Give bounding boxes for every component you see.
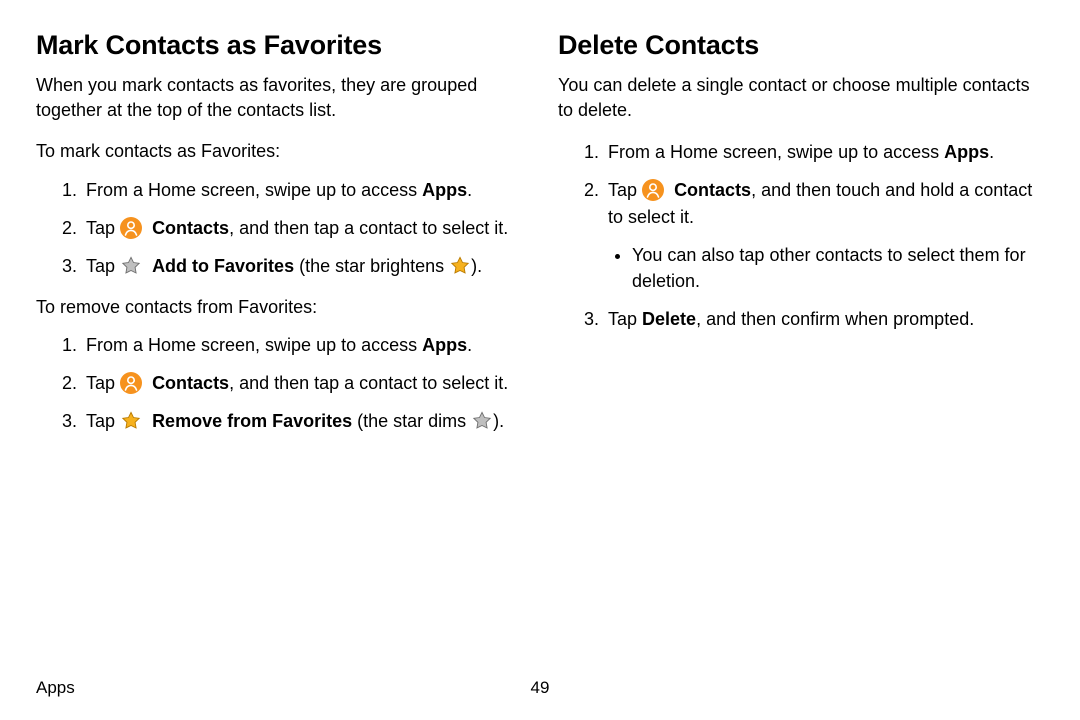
- substep: You can also tap other contacts to selec…: [632, 242, 1044, 294]
- step-text-post: , and then tap a contact to select it.: [229, 373, 508, 393]
- intro-text: When you mark contacts as favorites, the…: [36, 73, 522, 123]
- step-text: Tap: [86, 218, 120, 238]
- footer-page-number: 49: [531, 678, 550, 698]
- apps-bold: Apps: [944, 142, 989, 162]
- contacts-label: Contacts: [152, 373, 229, 393]
- add-favorites-label: Add to Favorites: [152, 256, 294, 276]
- footer-section: Apps: [36, 678, 75, 698]
- page: Mark Contacts as Favorites When you mark…: [0, 0, 1080, 720]
- step-text: From a Home screen, swipe up to access: [86, 335, 422, 355]
- step-3: Tap Delete, and then confirm when prompt…: [604, 306, 1044, 332]
- star-outline-icon: [471, 410, 493, 432]
- step-text-mid: (the star dims: [352, 411, 471, 431]
- steps-mark-favorites: From a Home screen, swipe up to access A…: [36, 177, 522, 279]
- contacts-label: Contacts: [152, 218, 229, 238]
- heading-delete-contacts: Delete Contacts: [558, 30, 1044, 61]
- left-column: Mark Contacts as Favorites When you mark…: [36, 30, 522, 450]
- star-filled-icon: [449, 255, 471, 277]
- contacts-icon: [120, 372, 142, 394]
- apps-bold: Apps: [422, 335, 467, 355]
- step-1: From a Home screen, swipe up to access A…: [82, 177, 522, 203]
- steps-delete-contacts: From a Home screen, swipe up to access A…: [558, 139, 1044, 332]
- step-3: Tap Add to Favorites (the star brightens…: [82, 253, 522, 279]
- substeps: You can also tap other contacts to selec…: [612, 242, 1044, 294]
- apps-bold: Apps: [422, 180, 467, 200]
- step-text: Tap: [608, 309, 642, 329]
- step-1: From a Home screen, swipe up to access A…: [82, 332, 522, 358]
- contacts-icon: [120, 217, 142, 239]
- step-text-end: .: [467, 180, 472, 200]
- contacts-bold: Contacts: [669, 180, 751, 200]
- step-1: From a Home screen, swipe up to access A…: [604, 139, 1044, 165]
- step-2: Tap Contacts, and then touch and hold a …: [604, 177, 1044, 293]
- right-column: Delete Contacts You can delete a single …: [558, 30, 1044, 450]
- step-text: Tap: [86, 373, 120, 393]
- step-text-post: , and then tap a contact to select it.: [229, 218, 508, 238]
- step-text: Tap: [608, 180, 642, 200]
- step-text-end: .: [989, 142, 994, 162]
- step-text: From a Home screen, swipe up to access: [86, 180, 422, 200]
- steps-remove-favorites: From a Home screen, swipe up to access A…: [36, 332, 522, 434]
- delete-bold: Delete: [642, 309, 696, 329]
- step-text-end: .: [467, 335, 472, 355]
- two-column-layout: Mark Contacts as Favorites When you mark…: [36, 30, 1044, 450]
- add-favorites-bold: Add to Favorites: [147, 256, 294, 276]
- contacts-label: Contacts: [674, 180, 751, 200]
- remove-favorites-bold: Remove from Favorites: [147, 411, 352, 431]
- lead-remove: To remove contacts from Favorites:: [36, 295, 522, 320]
- star-outline-icon: [120, 255, 142, 277]
- step-2: Tap Contacts, and then tap a contact to …: [82, 215, 522, 241]
- step-text: From a Home screen, swipe up to access: [608, 142, 944, 162]
- step-3: Tap Remove from Favorites (the star dims…: [82, 408, 522, 434]
- contacts-bold: Contacts: [147, 373, 229, 393]
- step-text-post: , and then confirm when prompted.: [696, 309, 974, 329]
- star-filled-icon: [120, 410, 142, 432]
- contacts-icon: [642, 179, 664, 201]
- step-text-end: ).: [471, 256, 482, 276]
- page-footer: Apps 49: [36, 678, 1044, 698]
- step-text: Tap: [86, 411, 120, 431]
- step-text: Tap: [86, 256, 120, 276]
- intro-text: You can delete a single contact or choos…: [558, 73, 1044, 123]
- step-text-mid: (the star brightens: [294, 256, 449, 276]
- step-text-end: ).: [493, 411, 504, 431]
- heading-mark-favorites: Mark Contacts as Favorites: [36, 30, 522, 61]
- contacts-bold: Contacts: [147, 218, 229, 238]
- step-2: Tap Contacts, and then tap a contact to …: [82, 370, 522, 396]
- lead-mark: To mark contacts as Favorites:: [36, 139, 522, 164]
- remove-favorites-label: Remove from Favorites: [152, 411, 352, 431]
